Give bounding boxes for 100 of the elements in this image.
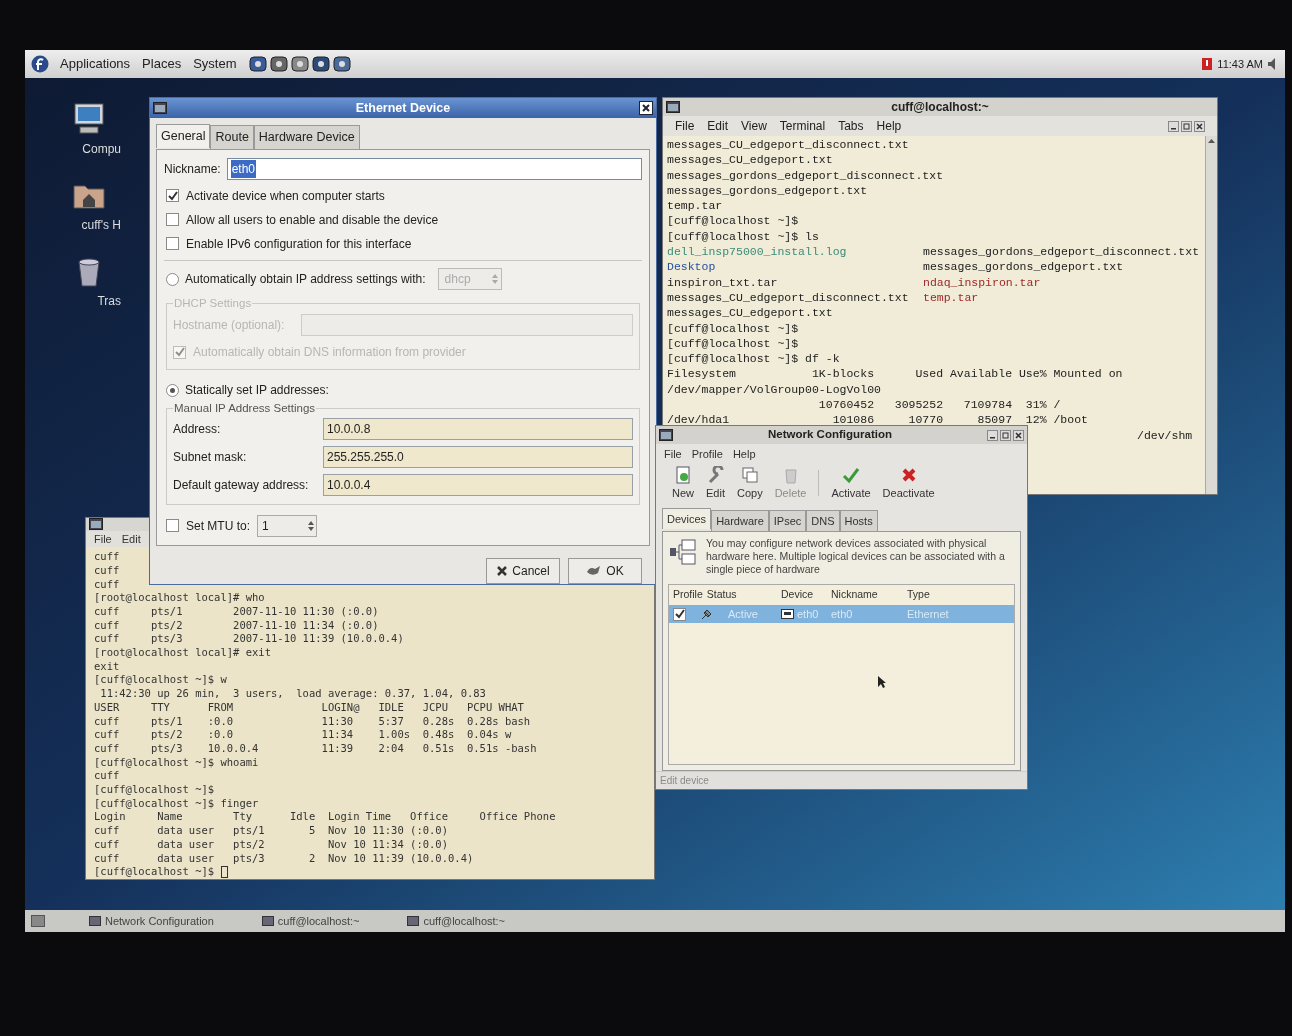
taskbar-button[interactable]: Network Configuration	[85, 912, 218, 930]
close-icon[interactable]	[639, 101, 653, 115]
terminal-line: cuff pts/3 2007-11-10 11:39 (10.0.0.4)	[94, 632, 404, 647]
window-icon	[666, 101, 680, 113]
window-icon	[89, 518, 103, 531]
toolbar-button[interactable]: Edit	[706, 465, 725, 501]
launcher-icon[interactable]	[333, 55, 352, 73]
menu-item[interactable]: File	[664, 445, 682, 463]
menu-item[interactable]: File	[94, 530, 112, 548]
plug-icon	[700, 607, 714, 621]
terminal-line: [root@localhost local]# exit	[94, 646, 271, 660]
toolbar-button[interactable]: New	[672, 465, 694, 501]
file-name: messages_gordons_edgeport_disconnect.txt	[923, 244, 1200, 260]
field-label: Address:	[173, 420, 222, 438]
menu-item[interactable]: Help	[732, 445, 756, 463]
network-devices-icon	[668, 537, 698, 567]
window-icon	[407, 916, 420, 926]
desktop-icon-label[interactable]: cuff's H	[81, 216, 121, 234]
wrench-icon	[706, 465, 725, 484]
terminal-line: cuff pts/2 2007-11-10 11:34 (:0.0)	[94, 618, 379, 633]
taskbar-button[interactable]: cuff@localhost:~	[257, 912, 364, 930]
toolbar-button[interactable]: Deactivate	[882, 465, 935, 501]
menu-item[interactable]: Help	[876, 117, 902, 135]
ip-field[interactable]: 10.0.0.4	[323, 473, 633, 496]
tab[interactable]: DNS	[806, 510, 840, 531]
checkbox[interactable]	[166, 213, 179, 226]
radio-label: Statically set IP addresses:	[185, 382, 329, 400]
scrollbar[interactable]	[1205, 136, 1217, 494]
launcher-icon[interactable]	[249, 55, 268, 73]
maximize-icon[interactable]	[1000, 429, 1011, 441]
launcher-icon[interactable]	[291, 55, 310, 73]
terminal-line: messages_gordons_edgeport.txt	[667, 182, 868, 199]
menu-item[interactable]: View	[741, 117, 767, 135]
terminal-line: cuff pts/2 :0.0 11:34 1.00s 0.48s 0.04s w	[94, 728, 512, 742]
radio-button[interactable]	[166, 383, 179, 397]
menu-item[interactable]: Tabs	[838, 117, 864, 135]
menu-item[interactable]: Profile	[691, 445, 723, 463]
terminal-line: temp.tar	[667, 198, 723, 214]
window-title: Ethernet Device	[354, 99, 452, 117]
mtu-spin-field[interactable]: 1	[257, 514, 317, 537]
ip-field[interactable]: 10.0.0.8	[323, 417, 633, 440]
toolbar-button[interactable]: Activate	[831, 465, 871, 501]
nickname-field[interactable]: eth0	[226, 158, 642, 180]
fedora-logo-icon[interactable]	[31, 55, 49, 73]
terminal-line: [cuff@localhost ~]$	[667, 213, 799, 229]
ip-field[interactable]: 255.255.255.0	[323, 445, 633, 468]
minimize-icon[interactable]	[987, 429, 998, 441]
terminal-line: Login Name Tty Idle Login Time Office Office Phone	[94, 810, 556, 825]
update-alert-icon	[1201, 57, 1214, 71]
terminal-line: cuff data user pts/3 2 Nov 10 11:39 (10.0.0.4)	[94, 851, 474, 866]
column-header[interactable]: Type	[907, 587, 1010, 603]
terminal-line: [cuff@localhost ~]$ whoami	[94, 755, 259, 770]
check-icon	[842, 465, 861, 484]
taskbar-button[interactable]: cuff@localhost:~	[403, 912, 510, 930]
dialog-button[interactable]: Cancel	[486, 557, 560, 584]
terminal-line: [root@localhost local]# who	[94, 591, 265, 605]
dialog-button[interactable]: OK	[568, 557, 642, 584]
menu-item[interactable]: File	[675, 117, 695, 135]
tab[interactable]: General	[156, 124, 211, 148]
tab[interactable]: Devices	[662, 508, 712, 529]
terminal-line: cuff pts/1 2007-11-10 11:30 (:0.0)	[94, 604, 379, 619]
desktop-icon-label[interactable]: Tras	[97, 292, 121, 310]
tab[interactable]: IPsec	[768, 510, 807, 531]
minimize-icon[interactable]	[1168, 120, 1179, 132]
maximize-icon[interactable]	[1181, 120, 1192, 132]
close-icon[interactable]	[1013, 429, 1024, 441]
menu-item[interactable]: Edit	[707, 117, 729, 135]
tab[interactable]: Route	[210, 125, 254, 149]
clock[interactable]: 11:43 AM	[1217, 55, 1263, 73]
column-header[interactable]: Nickname	[831, 587, 907, 603]
launcher-icon[interactable]	[312, 55, 331, 73]
group-title: Manual IP Address Settings	[173, 401, 317, 417]
terminal-line: USER TTY FROM LOGIN@ IDLE JCPU PCPU WHAT	[94, 700, 524, 715]
tab[interactable]: Hosts	[839, 510, 878, 531]
tab[interactable]: Hardware	[711, 510, 769, 531]
checkbox[interactable]	[673, 607, 686, 621]
terminal-line: 11:42:30 up 26 min, 3 users, load average: 0.37, 1.04, 0.83	[99, 687, 486, 701]
terminal-line: cuff	[94, 769, 120, 784]
checkbox[interactable]	[166, 189, 179, 202]
column-header[interactable]: Device	[781, 587, 831, 603]
file-name: dell_insp75000_install.log	[667, 244, 848, 260]
menu-item[interactable]: Edit	[121, 530, 141, 548]
desktop-icon-label[interactable]: Compu	[82, 140, 121, 158]
field-label: Subnet mask:	[173, 448, 248, 466]
panel-menu[interactable]: Applications	[59, 54, 132, 74]
terminal-line: [cuff@localhost ~]$	[667, 320, 799, 336]
checkbox[interactable]	[166, 237, 179, 250]
tab[interactable]: Hardware Device	[253, 125, 360, 149]
close-icon[interactable]	[1194, 120, 1205, 132]
check-icon	[167, 190, 178, 201]
toolbar-button[interactable]: Copy	[737, 465, 763, 501]
column-header[interactable]: Profile	[673, 587, 703, 603]
menu-item[interactable]: Terminal	[779, 117, 826, 135]
launcher-icon[interactable]	[270, 55, 289, 73]
panel-menu[interactable]: Places	[141, 54, 183, 74]
radio-button[interactable]	[166, 272, 179, 286]
checkbox[interactable]	[166, 519, 179, 532]
terminal-line: [cuff@localhost ~]$ df -k	[667, 351, 840, 367]
panel-menu[interactable]: System	[192, 54, 238, 74]
column-header[interactable]: Status	[706, 587, 737, 603]
